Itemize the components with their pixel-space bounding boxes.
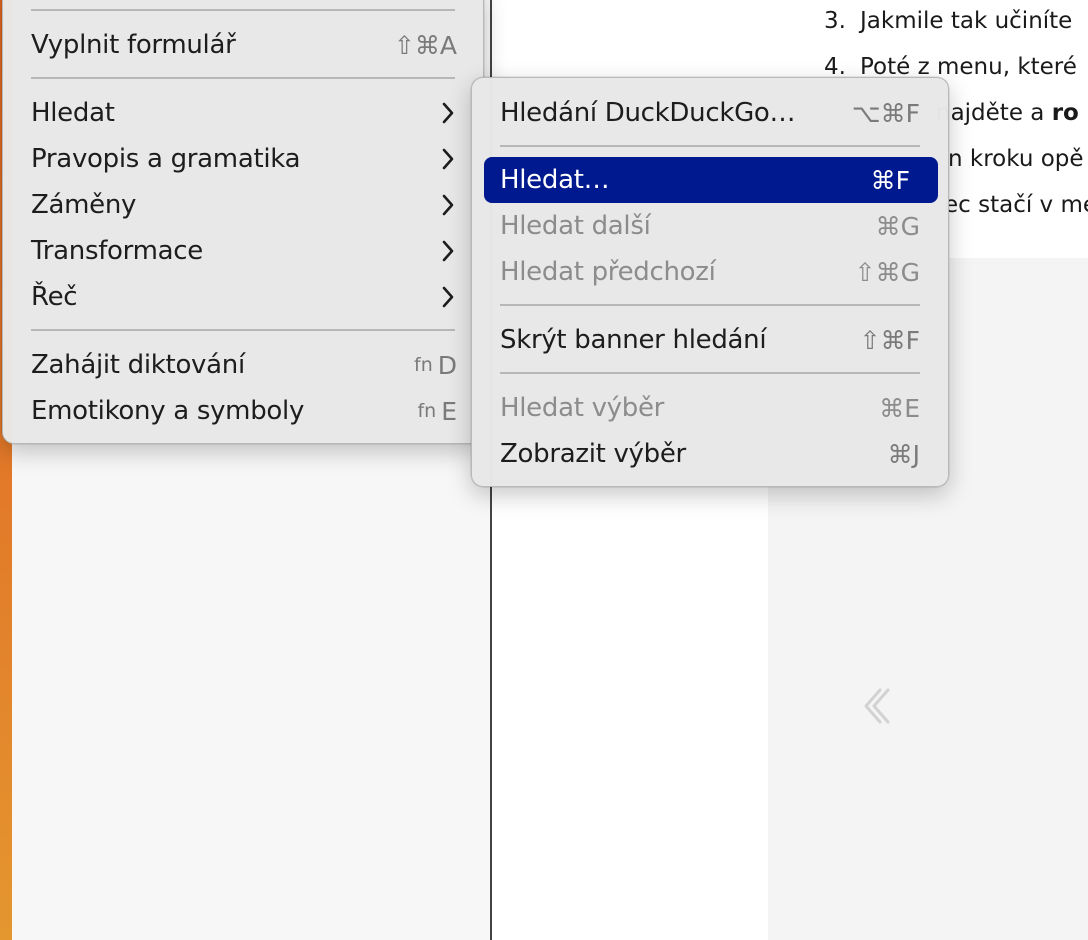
menu-item-vyplnit-formular[interactable]: Vyplnit formulář ⇧⌘A	[31, 22, 457, 68]
menu-item-hledat-vyber[interactable]: Hledat výběr ⌘E	[500, 385, 920, 431]
chevron-right-icon	[442, 148, 454, 170]
menu-item-rec[interactable]: Řeč	[31, 274, 457, 320]
menu-item-zobrazit-vyber[interactable]: Zobrazit výběr ⌘J	[500, 431, 920, 477]
menu-item-skryt-banner[interactable]: Skrýt banner hledání ⇧⌘F	[500, 317, 920, 363]
chevron-right-icon	[442, 286, 454, 308]
chevron-right-icon	[442, 102, 454, 124]
menu-separator	[500, 145, 920, 147]
keyboard-shortcut: ⇧⌘A	[393, 30, 457, 60]
keyboard-shortcut: fn E	[417, 396, 457, 426]
menu-separator	[500, 304, 920, 306]
chevron-right-icon	[442, 194, 454, 216]
keyboard-shortcut: ⇧⌘G	[854, 257, 920, 287]
menu-separator	[31, 9, 455, 11]
menu-separator	[31, 77, 455, 79]
submenu-hledat: Hledání DuckDuckGo… ⌥⌘F Hledat… ⌘F Hleda…	[471, 77, 949, 487]
keyboard-shortcut: ⌘J	[887, 439, 920, 469]
menu-item-zameny[interactable]: Záměny	[31, 182, 457, 228]
menu-item-hledat[interactable]: Hledat	[31, 90, 457, 136]
menu-item-hledat-find[interactable]: Hledat… ⌘F	[484, 157, 938, 203]
menu-item-pravopis[interactable]: Pravopis a gramatika	[31, 136, 457, 182]
keyboard-shortcut: ⌘F	[870, 165, 910, 195]
chevron-left-icon[interactable]	[860, 686, 892, 726]
chevron-right-icon	[442, 240, 454, 262]
menu-item-transformace[interactable]: Transformace	[31, 228, 457, 274]
context-menu: Vyplnit formulář ⇧⌘A Hledat Pravopis a g…	[2, 0, 484, 444]
menu-item-emotikony[interactable]: Emotikony a symboly fn E	[31, 388, 457, 434]
keyboard-shortcut: ⌘E	[879, 393, 920, 423]
keyboard-shortcut: ⌘G	[875, 211, 920, 241]
menu-separator	[500, 372, 920, 374]
menu-item-zahajit-diktovani[interactable]: Zahájit diktování fn D	[31, 342, 457, 388]
menu-item-hledat-predchozi[interactable]: Hledat předchozí ⇧⌘G	[500, 249, 920, 295]
keyboard-shortcut: fn D	[414, 350, 457, 380]
menu-item-hledani-duckduckgo[interactable]: Hledání DuckDuckGo… ⌥⌘F	[500, 90, 920, 136]
menu-separator	[31, 329, 455, 331]
keyboard-shortcut: ⇧⌘F	[859, 325, 920, 355]
menu-item-hledat-dalsi[interactable]: Hledat další ⌘G	[500, 203, 920, 249]
keyboard-shortcut: ⌥⌘F	[851, 98, 920, 128]
